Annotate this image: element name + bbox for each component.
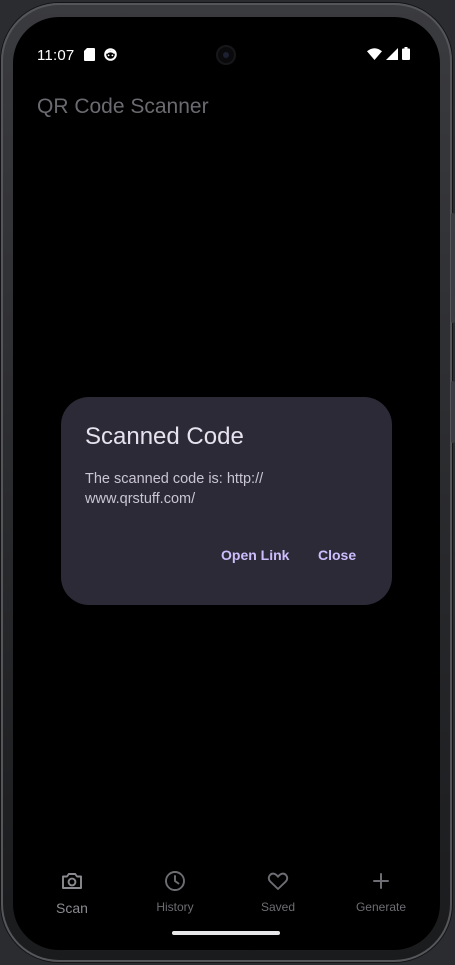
status-icons [367, 47, 410, 65]
screen: 11:07 QR Code Scanner Scanned Code The s… [13, 17, 440, 950]
dialog-message-line-2: www.qrstuff.com/ [85, 491, 196, 507]
status-bar: 11:07 [13, 17, 440, 65]
nav-item-history[interactable]: History [135, 865, 215, 921]
front-camera [216, 45, 236, 65]
power-button [451, 381, 455, 443]
wifi-icon [367, 47, 382, 65]
nav-item-scan[interactable]: Scan [32, 865, 112, 921]
nav-label-generate: Generate [355, 900, 407, 914]
nav-label-history: History [156, 900, 194, 914]
app-title: QR Code Scanner [37, 95, 209, 118]
nav-item-generate[interactable]: Generate [341, 865, 421, 921]
clock-icon [135, 869, 215, 898]
status-time: 11:07 [37, 47, 75, 64]
plus-icon [341, 869, 421, 898]
nav-label-scan: Scan [56, 900, 88, 916]
dialog-message: The scanned code is: http:// www.qrstuff… [85, 469, 315, 509]
sd-card-icon [84, 48, 95, 66]
signal-icon [386, 47, 398, 65]
phone-frame: 11:07 QR Code Scanner Scanned Code The s… [1, 3, 455, 962]
close-button[interactable]: Close [318, 547, 356, 563]
nav-item-saved[interactable]: Saved [238, 865, 318, 921]
bottom-navigation: Scan History Saved Generate [13, 865, 440, 925]
open-link-button[interactable]: Open Link [221, 547, 289, 563]
face-icon [104, 48, 117, 66]
dialog-title: Scanned Code [85, 423, 244, 450]
camera-icon [32, 869, 112, 898]
volume-button [451, 213, 455, 323]
battery-icon [402, 47, 410, 65]
scanned-code-dialog: Scanned Code The scanned code is: http:/… [61, 397, 392, 605]
home-indicator[interactable] [172, 931, 280, 935]
dialog-message-line-1: The scanned code is: http:// [85, 471, 264, 487]
heart-icon [238, 869, 318, 898]
nav-label-saved: Saved [260, 900, 296, 914]
